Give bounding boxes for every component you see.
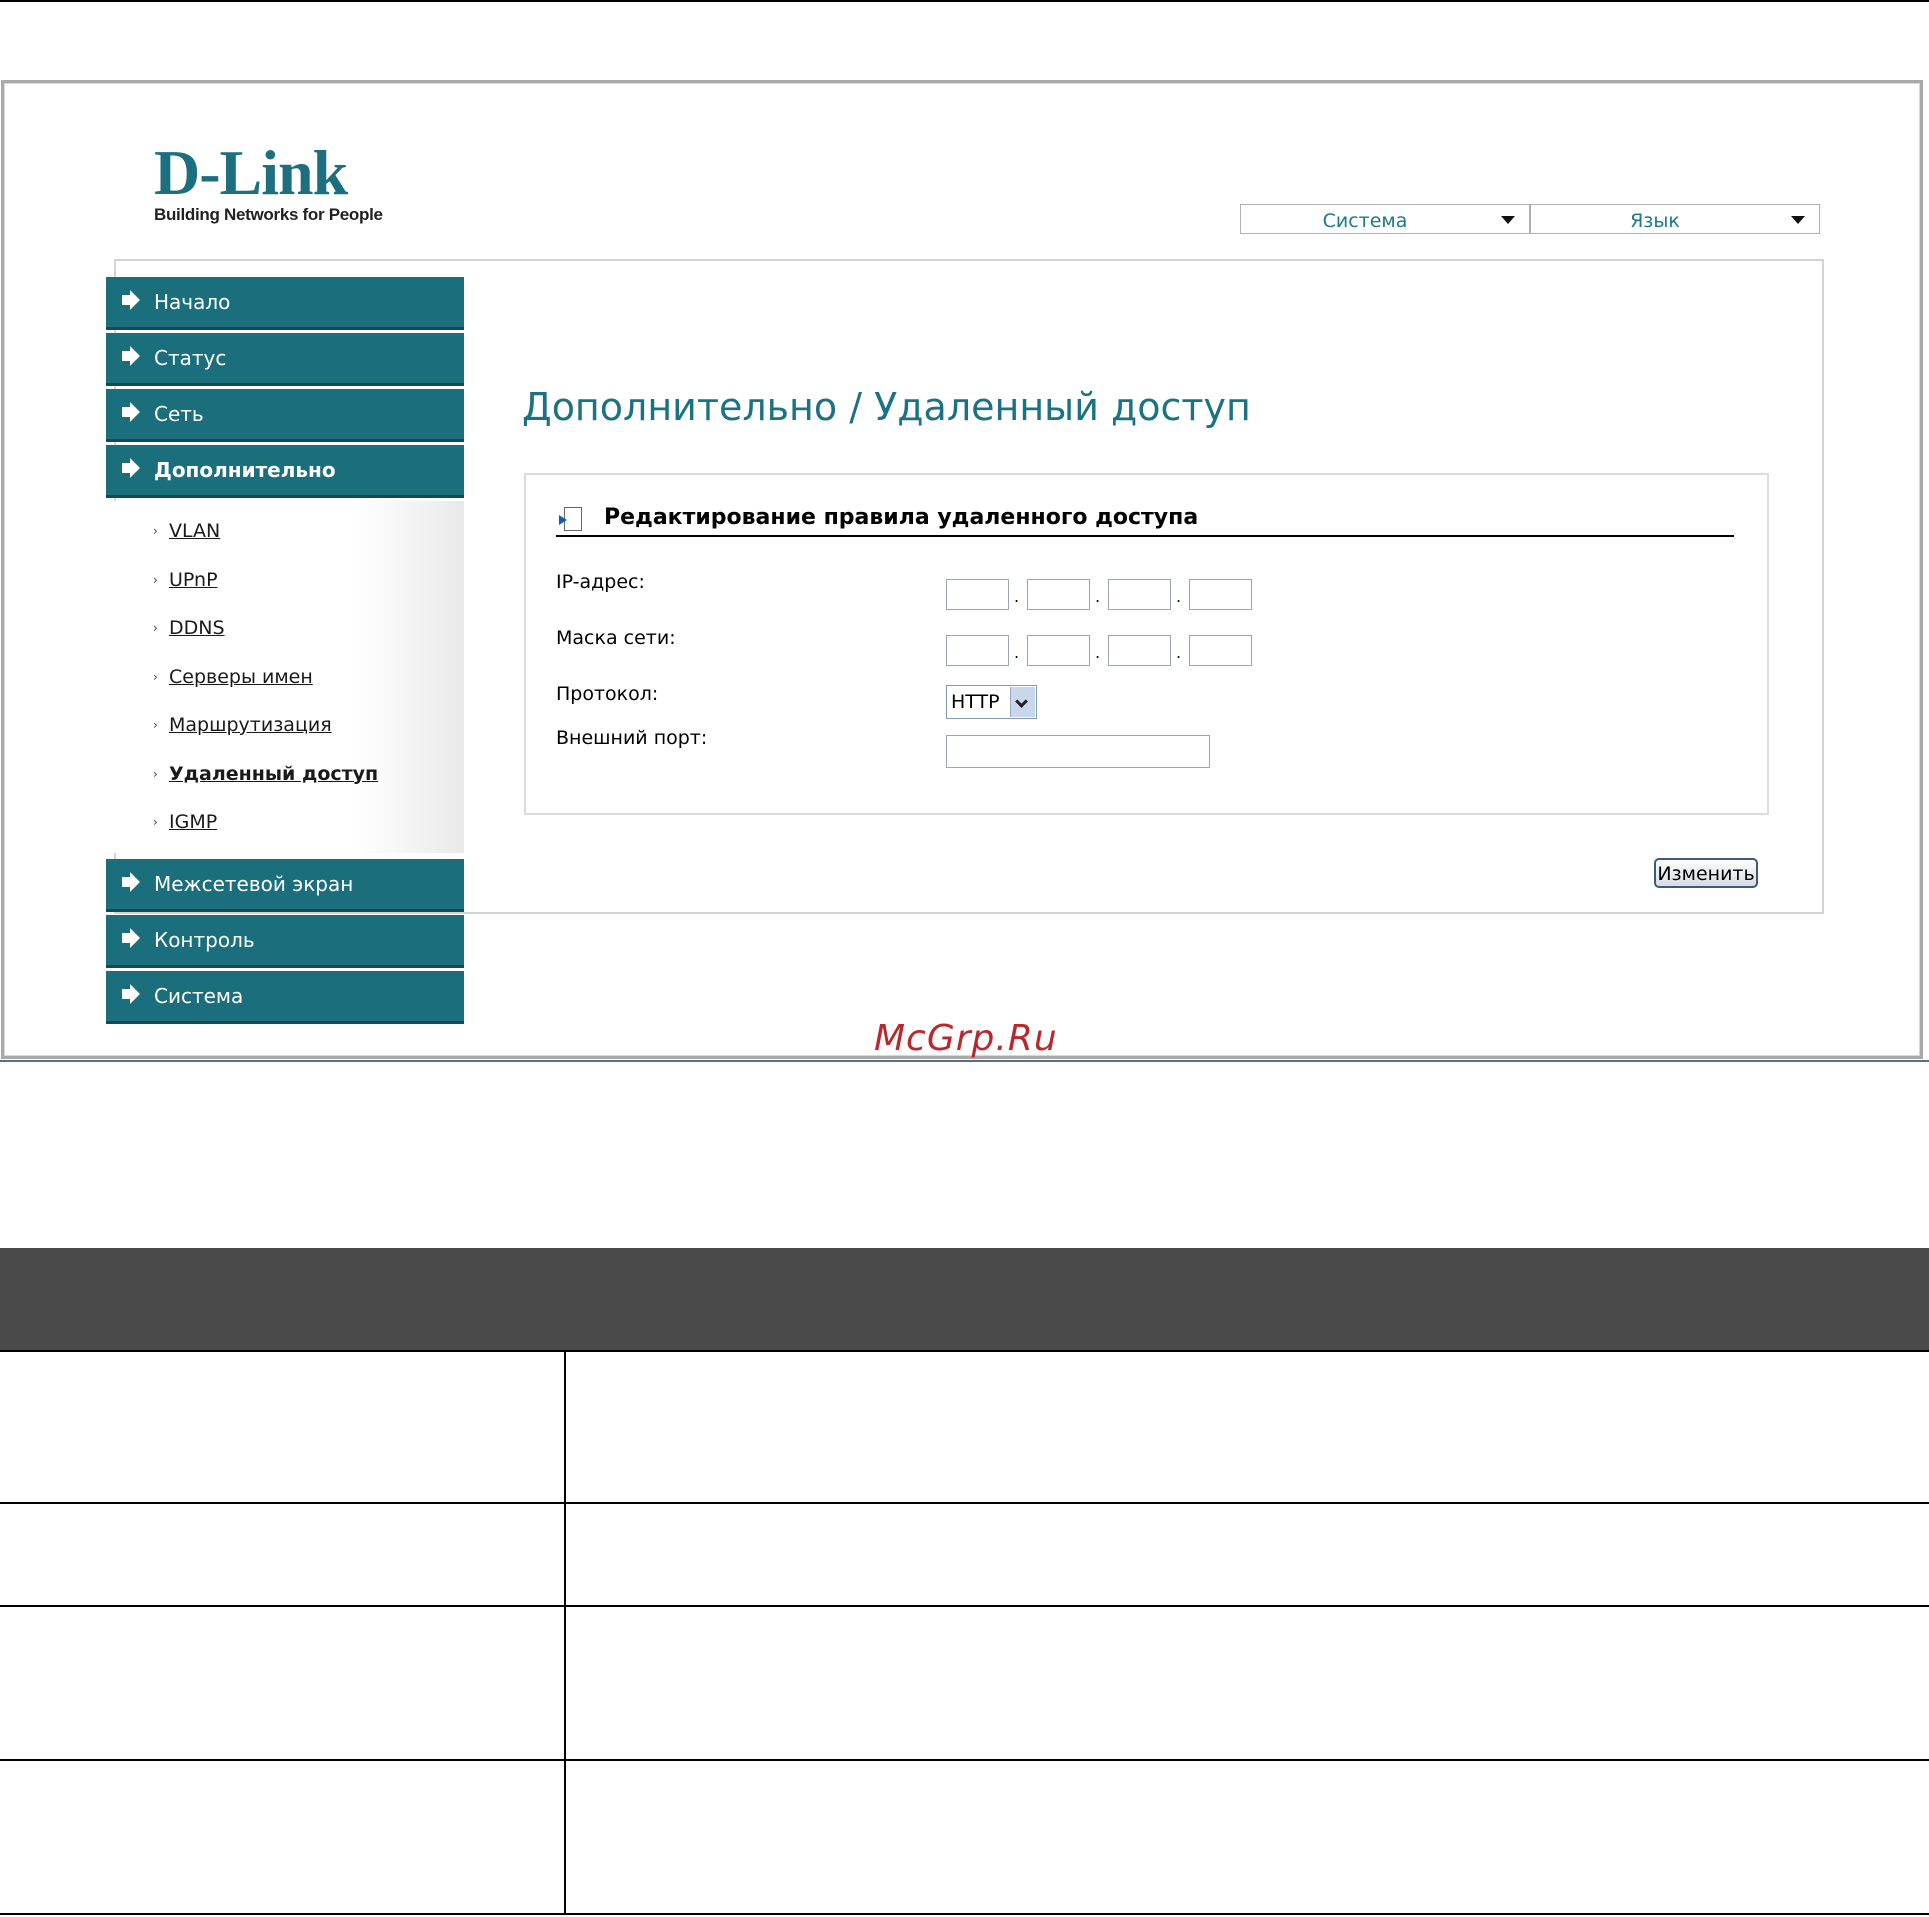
table-row <box>0 1352 1929 1504</box>
sidebar-item-label: Начало <box>154 290 231 314</box>
sidebar-item-label: Контроль <box>154 927 255 952</box>
system-dropdown-label: Система <box>1322 210 1408 232</box>
sidebar: Начало Статус Сеть Дополнительно › VLAN ›… <box>106 277 464 1027</box>
ip-separator: . <box>1176 587 1182 606</box>
external-port-input[interactable] <box>946 735 1210 768</box>
submenu-item-ddns[interactable]: › DDNS <box>106 604 464 653</box>
submenu-link[interactable]: VLAN <box>169 520 220 542</box>
submenu-link[interactable]: DDNS <box>169 617 225 639</box>
ip-octet-1-input[interactable] <box>946 579 1009 610</box>
arrow-right-icon <box>122 346 140 366</box>
protocol-selected-value: HTTP <box>951 691 1000 713</box>
document-icon <box>559 507 582 531</box>
mask-separator: . <box>1014 643 1020 662</box>
logo-wordmark: D-Link <box>154 137 348 208</box>
watermark: McGrp.Ru <box>874 1018 1058 1059</box>
submenu-link[interactable]: Серверы имен <box>169 666 313 688</box>
ip-octet-3-input[interactable] <box>1108 579 1171 610</box>
sidebar-item-label: Дополнительно <box>154 458 336 482</box>
sidebar-item-control[interactable]: Контроль <box>106 914 464 965</box>
ip-octet-4-input[interactable] <box>1189 579 1252 610</box>
arrow-right-icon <box>122 983 140 1004</box>
submenu-item-remote-access[interactable]: › Удаленный доступ <box>106 750 464 799</box>
router-ui-screenshot: D-Link Building Networks for People Сист… <box>1 80 1923 1059</box>
sidebar-item-start[interactable]: Начало <box>106 277 464 327</box>
submenu-item-upnp[interactable]: › UPnP <box>106 556 464 605</box>
table-cell <box>566 1607 1929 1759</box>
chevron-down-icon <box>1501 216 1515 224</box>
section-header: Редактирование правила удаленного доступ… <box>556 505 1734 537</box>
ip-separator: . <box>1095 587 1101 606</box>
table-cell <box>0 1352 566 1502</box>
dlink-logo: D-Link Building Networks for People <box>154 141 383 225</box>
submenu-item-igmp[interactable]: › IGMP <box>106 798 464 847</box>
mask-separator: . <box>1095 643 1101 662</box>
chevron-down-icon[interactable] <box>1010 687 1035 717</box>
table-header <box>0 1248 1929 1350</box>
page-top-rule <box>0 0 1929 2</box>
apply-button[interactable]: Изменить <box>1654 858 1758 888</box>
screenshot-bottom-border <box>0 1060 1929 1062</box>
table-cell <box>566 1352 1929 1502</box>
bullet-icon: › <box>153 718 158 732</box>
bullet-icon: › <box>153 766 158 781</box>
section-title: Редактирование правила удаленного доступ… <box>604 505 1199 530</box>
language-dropdown[interactable]: Язык <box>1530 204 1820 234</box>
sidebar-item-label: Статус <box>154 346 227 370</box>
table-row <box>0 1761 1929 1915</box>
bullet-icon: › <box>153 815 158 829</box>
protocol-select[interactable]: HTTP <box>946 685 1037 719</box>
ip-separator: . <box>1014 587 1020 606</box>
sidebar-item-system[interactable]: Система <box>106 970 464 1021</box>
submenu-item-dns-servers[interactable]: › Серверы имен <box>106 653 464 702</box>
mask-octet-1-input[interactable] <box>946 635 1009 666</box>
mask-octet-3-input[interactable] <box>1108 635 1171 666</box>
arrow-right-icon <box>122 402 140 422</box>
bullet-icon: › <box>153 572 158 587</box>
sidebar-item-label: Сеть <box>154 402 204 426</box>
parameters-table <box>0 1248 1929 1915</box>
table-cell <box>0 1504 566 1605</box>
mask-octet-2-input[interactable] <box>1027 635 1090 666</box>
sidebar-item-status[interactable]: Статус <box>106 333 464 383</box>
arrow-right-icon <box>122 458 140 478</box>
sidebar-item-network[interactable]: Сеть <box>106 389 464 439</box>
chevron-down-icon <box>1791 216 1805 224</box>
table-cell <box>566 1761 1929 1913</box>
table-row <box>0 1607 1929 1761</box>
submenu-link[interactable]: IGMP <box>169 811 217 833</box>
system-dropdown[interactable]: Система <box>1240 204 1530 234</box>
arrow-right-icon <box>122 290 140 310</box>
submenu-link[interactable]: UPnP <box>169 569 218 591</box>
language-dropdown-label: Язык <box>1630 210 1680 232</box>
advanced-submenu: › VLAN › UPnP › DDNS › Серверы имен › Маршрут… <box>106 501 464 853</box>
bullet-icon: › <box>153 524 158 538</box>
mask-separator: . <box>1176 643 1182 662</box>
sidebar-item-label: Система <box>154 983 244 1008</box>
netmask-label: Маска сети: <box>556 627 676 649</box>
page-title: Дополнительно / Удаленный доступ <box>522 385 1251 429</box>
ip-octet-2-input[interactable] <box>1027 579 1090 610</box>
table-cell <box>0 1761 566 1913</box>
arrow-right-icon <box>122 927 140 948</box>
sidebar-item-firewall[interactable]: Межсетевой экран <box>106 858 464 909</box>
sidebar-item-label: Межсетевой экран <box>154 871 354 896</box>
table-cell <box>566 1504 1929 1605</box>
sidebar-item-advanced[interactable]: Дополнительно <box>106 445 464 495</box>
protocol-label: Протокол: <box>556 683 659 705</box>
table-cell <box>0 1607 566 1759</box>
bullet-icon: › <box>153 669 158 684</box>
submenu-item-vlan[interactable]: › VLAN <box>106 507 464 556</box>
logo-tagline: Building Networks for People <box>154 205 383 224</box>
table-row <box>0 1504 1929 1607</box>
submenu-link[interactable]: Удаленный доступ <box>169 763 378 785</box>
remote-access-form: Редактирование правила удаленного доступ… <box>524 473 1769 815</box>
ip-address-label: IP-адрес: <box>556 571 645 593</box>
submenu-item-routing[interactable]: › Маршрутизация <box>106 701 464 750</box>
bullet-icon: › <box>153 621 158 635</box>
mask-octet-4-input[interactable] <box>1189 635 1252 666</box>
external-port-label: Внешний порт: <box>556 727 708 749</box>
submenu-link[interactable]: Маршрутизация <box>169 714 332 736</box>
arrow-right-icon <box>122 871 140 892</box>
